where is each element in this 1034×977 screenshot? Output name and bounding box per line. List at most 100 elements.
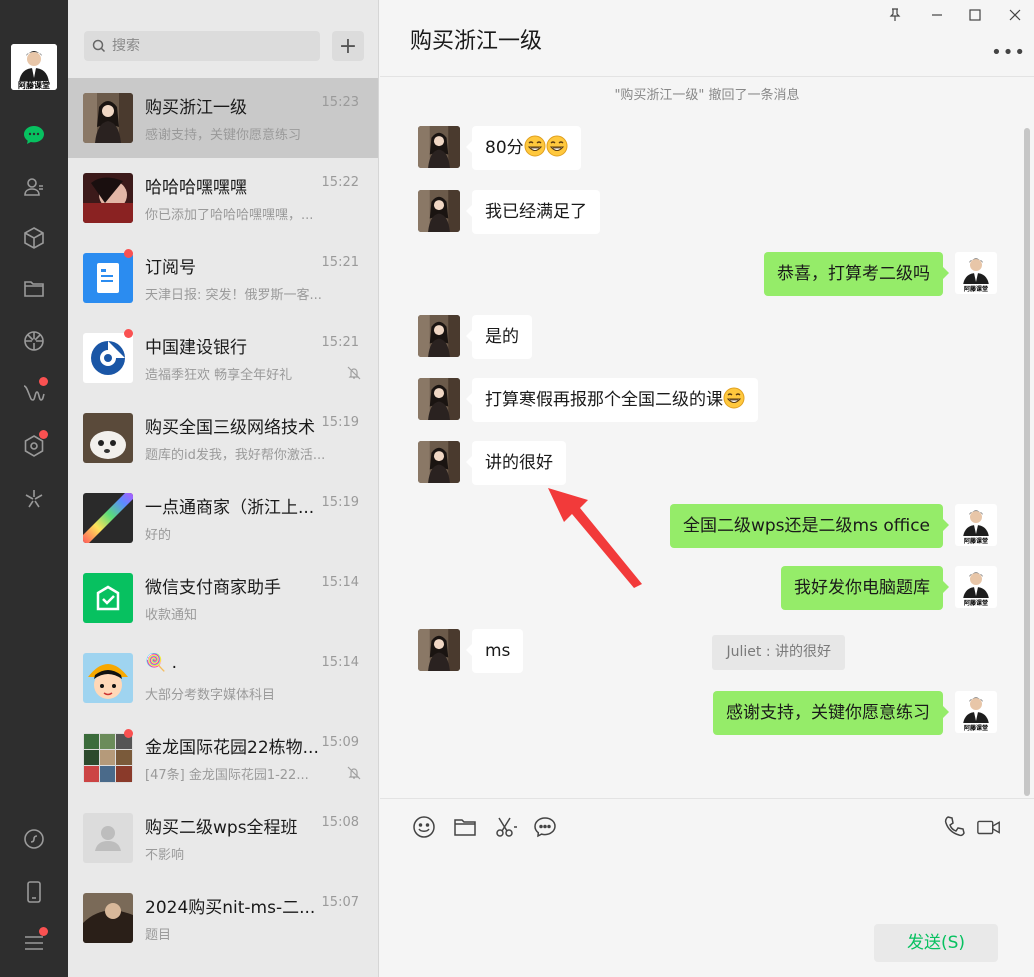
- contact-avatar[interactable]: [418, 126, 460, 168]
- chat-panel: 购买浙江一级 ••• "购买浙江一级" 撤回了一条消息 80分 我已经满足了 阿藤课…: [380, 0, 1034, 977]
- my-avatar[interactable]: 阿藤课堂: [11, 44, 57, 90]
- conversation-item[interactable]: 购买浙江一级 15:23 感谢支持，关键你愿意练习: [68, 78, 378, 158]
- message-bubble[interactable]: 打算寒假再报那个全国二级的课: [466, 378, 758, 422]
- conversation-name: 订阅号: [145, 258, 196, 278]
- search-discover-icon[interactable]: [18, 483, 50, 515]
- conversation-preview: 大部分考数字媒体科目: [145, 688, 276, 703]
- contact-avatar[interactable]: [418, 315, 460, 357]
- chat-scrollbar[interactable]: [1024, 128, 1030, 796]
- message-bubble[interactable]: 全国二级wps还是二级ms office: [669, 504, 950, 548]
- folder-icon[interactable]: [452, 814, 478, 840]
- conversation-item[interactable]: 购买全国三级网络技术 15:19 题库的id发我，我好帮你激活...: [68, 398, 378, 478]
- chat-history-icon[interactable]: [532, 814, 558, 840]
- send-button[interactable]: 发送(S): [874, 924, 998, 962]
- message-text: 80分: [485, 138, 524, 158]
- conversation-preview: 不影响: [145, 848, 185, 863]
- message-input[interactable]: [410, 858, 1010, 913]
- message-bubble[interactable]: 是的: [466, 315, 532, 359]
- search-input[interactable]: [112, 38, 302, 54]
- contact-avatar[interactable]: [418, 190, 460, 232]
- contact-avatar[interactable]: [418, 629, 460, 671]
- self-avatar[interactable]: 阿藤课堂: [955, 252, 997, 294]
- search-icon: [92, 39, 106, 53]
- svg-text:阿藤课堂: 阿藤课堂: [964, 285, 988, 293]
- svg-text:阿藤课堂: 阿藤课堂: [964, 537, 988, 545]
- conversation-avatar: [83, 493, 133, 543]
- minimize-icon[interactable]: [926, 4, 948, 26]
- menu-icon[interactable]: [18, 927, 50, 959]
- files-icon[interactable]: [18, 273, 50, 305]
- conversation-preview: 天津日报: 突发！俄罗斯一客...: [145, 288, 322, 303]
- message-bubble[interactable]: 感谢支持，关键你愿意练习: [713, 691, 949, 735]
- conversation-time: 15:08: [321, 815, 359, 830]
- conversation-avatar: [83, 653, 133, 703]
- video-call-icon[interactable]: [976, 814, 1004, 840]
- self-avatar[interactable]: 阿藤课堂: [955, 691, 997, 733]
- conversation-item[interactable]: 中国建设银行 15:21 造福季狂欢 畅享全年好礼: [68, 318, 378, 398]
- conversation-item[interactable]: 哈哈哈嘿嘿嘿 15:22 你已添加了哈哈哈嘿嘿嘿，...: [68, 158, 378, 238]
- conversation-item[interactable]: 金龙国际花园22栋物... 15:09 [47条] 金龙国际花园1-22...: [68, 718, 378, 798]
- conversation-preview: 你已添加了哈哈哈嘿嘿嘿，...: [145, 208, 314, 223]
- conversation-item[interactable]: 订阅号 15:21 天津日报: 突发！俄罗斯一客...: [68, 238, 378, 318]
- conversation-time: 15:14: [321, 575, 359, 590]
- moments-icon[interactable]: [18, 325, 50, 357]
- conversation-avatar: [83, 93, 133, 143]
- received-message: ms: [418, 629, 524, 673]
- close-icon[interactable]: [1004, 4, 1026, 26]
- conversation-item[interactable]: 🍭 . 15:14 大部分考数字媒体科目: [68, 638, 378, 718]
- conversation-time: 15:09: [321, 735, 359, 750]
- message-text: 打算寒假再报那个全国二级的课: [485, 390, 723, 410]
- my-avatar-label: 阿藤课堂: [18, 81, 50, 90]
- sent-message: 阿藤课堂 我好发你电脑题库: [781, 566, 997, 610]
- conversation-item[interactable]: 购买二级wps全程班 15:08 不影响: [68, 798, 378, 878]
- contact-avatar[interactable]: [418, 441, 460, 483]
- message-bubble[interactable]: ms: [465, 629, 524, 673]
- voice-call-icon[interactable]: [942, 814, 968, 840]
- message-bubble[interactable]: 我已经满足了: [466, 190, 600, 234]
- conversation-item[interactable]: 2024购买nit-ms-二... 15:07 题目: [68, 878, 378, 958]
- conversation-name: 一点通商家（浙江上...: [145, 498, 315, 518]
- more-icon[interactable]: •••: [991, 42, 1026, 63]
- self-avatar[interactable]: 阿藤课堂: [955, 504, 997, 546]
- message-bubble[interactable]: 我好发你电脑题库: [781, 566, 949, 610]
- quoted-message[interactable]: Juliet : 讲的很好: [712, 635, 845, 670]
- message-bubble[interactable]: 恭喜，打算考二级吗: [764, 252, 949, 296]
- received-message: 是的: [418, 315, 532, 359]
- conversation-items: 购买浙江一级 15:23 感谢支持，关键你愿意练习 哈哈哈嘿嘿嘿 15:22 你…: [68, 78, 378, 958]
- contacts-icon[interactable]: [18, 171, 50, 203]
- unread-badge: [124, 249, 133, 258]
- add-button[interactable]: +: [332, 31, 364, 61]
- mute-icon: [347, 365, 361, 380]
- maximize-icon[interactable]: [964, 4, 986, 26]
- conversation-item[interactable]: 微信支付商家助手 15:14 收款通知: [68, 558, 378, 638]
- conversation-name: 哈哈哈嘿嘿嘿: [145, 178, 247, 198]
- channels-icon[interactable]: [18, 377, 50, 409]
- emoji-icon[interactable]: [411, 814, 437, 840]
- conversation-name: 购买全国三级网络技术: [145, 418, 315, 438]
- conversation-preview: 造福季狂欢 畅享全年好礼: [145, 368, 293, 383]
- contact-avatar[interactable]: [418, 378, 460, 420]
- message-bubble[interactable]: 80分: [466, 126, 581, 170]
- search-box[interactable]: [84, 31, 320, 61]
- self-avatar[interactable]: 阿藤课堂: [955, 566, 997, 608]
- input-toolbar: [380, 798, 1034, 856]
- mini-programs-badge: [39, 430, 48, 439]
- pin-icon[interactable]: [884, 4, 906, 26]
- phone-icon[interactable]: [18, 876, 50, 908]
- screenshot-icon[interactable]: [493, 814, 519, 840]
- svg-text:阿藤课堂: 阿藤课堂: [964, 599, 988, 607]
- sent-message: 阿藤课堂 全国二级wps还是二级ms office: [669, 504, 997, 548]
- nav-rail: 阿藤课堂: [0, 0, 68, 977]
- favorites-icon[interactable]: [18, 222, 50, 254]
- conversation-name: 微信支付商家助手: [145, 578, 281, 598]
- conversation-item[interactable]: 一点通商家（浙江上... 15:19 好的: [68, 478, 378, 558]
- message-text: ms: [485, 641, 511, 661]
- conversation-preview: [47条] 金龙国际花园1-22...: [145, 768, 309, 783]
- conversation-avatar: [83, 813, 133, 863]
- chat-icon[interactable]: [18, 119, 50, 151]
- mini-programs-icon[interactable]: [18, 430, 50, 462]
- message-text: 我已经满足了: [485, 202, 587, 222]
- message-text: 恭喜，打算考二级吗: [777, 264, 930, 284]
- unread-badge: [124, 329, 133, 338]
- mini-program-panel-icon[interactable]: [18, 823, 50, 855]
